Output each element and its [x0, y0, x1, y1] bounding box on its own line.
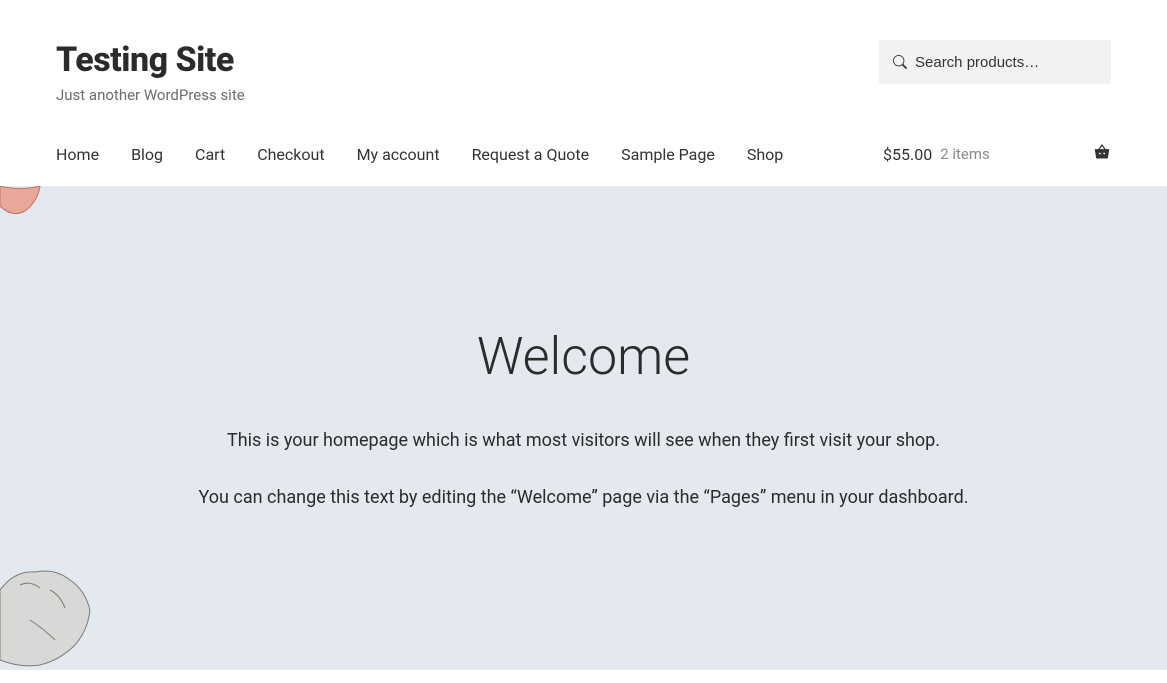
- cart-summary[interactable]: $55.00 2 items: [883, 144, 1111, 164]
- hero-content: Welcome This is your homepage which is w…: [134, 326, 1034, 513]
- hero-title: Welcome: [134, 326, 1034, 387]
- hero-paragraph-1: This is your homepage which is what most…: [134, 427, 1034, 456]
- navbar: Home Blog Cart Checkout My account Reque…: [56, 144, 1111, 186]
- hero-decoration-top: [0, 186, 46, 220]
- nav-menu: Home Blog Cart Checkout My account Reque…: [56, 145, 783, 164]
- nav-item-shop[interactable]: Shop: [747, 145, 783, 164]
- search-icon: [893, 55, 907, 69]
- hero-paragraph-2: You can change this text by editing the …: [134, 484, 1034, 513]
- hero: Welcome This is your homepage which is w…: [0, 186, 1167, 670]
- cart-info: $55.00 2 items: [883, 145, 990, 164]
- site-header: Testing Site Just another WordPress site…: [0, 0, 1167, 186]
- nav-item-home[interactable]: Home: [56, 145, 99, 164]
- nav-item-checkout[interactable]: Checkout: [257, 145, 324, 164]
- branding: Testing Site Just another WordPress site: [56, 40, 245, 104]
- site-title[interactable]: Testing Site: [56, 40, 245, 80]
- nav-item-my-account[interactable]: My account: [357, 145, 440, 164]
- cart-total: $55.00: [883, 145, 932, 164]
- cart-count: 2 items: [940, 145, 990, 163]
- hero-decoration-bottom: [0, 560, 96, 670]
- nav-item-blog[interactable]: Blog: [131, 145, 163, 164]
- search-input[interactable]: [915, 54, 1097, 71]
- search-box[interactable]: [879, 40, 1111, 84]
- site-tagline: Just another WordPress site: [56, 86, 245, 104]
- basket-icon[interactable]: [1093, 144, 1111, 164]
- nav-item-cart[interactable]: Cart: [195, 145, 225, 164]
- nav-item-sample-page[interactable]: Sample Page: [621, 145, 715, 164]
- header-top: Testing Site Just another WordPress site: [56, 40, 1111, 104]
- nav-item-request-quote[interactable]: Request a Quote: [472, 145, 590, 164]
